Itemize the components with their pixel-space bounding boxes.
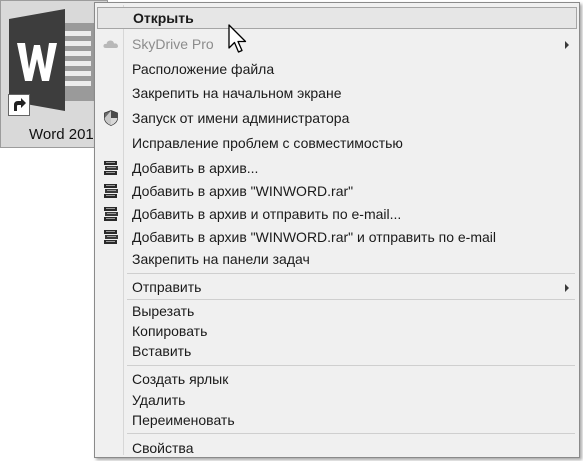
menu-separator — [127, 273, 575, 274]
menu-item-add-to-winword-rar[interactable]: Добавить в архив "WINWORD.rar" — [97, 180, 577, 202]
menu-item-pin-to-start[interactable]: Закрепить на начальном экране — [97, 82, 577, 104]
menu-item-label: Закрепить на начальном экране — [132, 85, 342, 101]
arrow-pointer-icon — [228, 24, 247, 53]
submenu-arrow-icon — [565, 284, 569, 292]
menu-item-cut[interactable]: Вырезать — [97, 300, 577, 322]
menu-item-label: Добавить в архив "WINWORD.rar" и отправи… — [132, 229, 496, 245]
menu-item-label: Переименовать — [132, 412, 235, 428]
menu-item-pin-to-taskbar[interactable]: Закрепить на панели задач — [97, 248, 577, 270]
menu-item-label: Добавить в архив... — [132, 160, 259, 176]
submenu-arrow-icon — [565, 41, 569, 49]
menu-item-label: Вырезать — [132, 303, 195, 319]
menu-item-paste[interactable]: Вставить — [97, 340, 577, 362]
menu-item-file-location[interactable]: Расположение файла — [97, 58, 577, 80]
menu-separator — [127, 365, 575, 366]
menu-item-label: Копировать — [132, 323, 208, 339]
menu-item-create-shortcut[interactable]: Создать ярлык — [97, 368, 577, 390]
uac-shield-icon — [104, 110, 118, 126]
archive-books-icon — [104, 207, 118, 221]
menu-item-label: Создать ярлык — [132, 371, 229, 387]
menu-item-add-to-archive[interactable]: Добавить в архив... — [97, 157, 577, 179]
context-menu: Открыть SkyDrive Pro Расположение файла … — [94, 2, 580, 458]
shortcut-arrow-icon — [8, 94, 30, 116]
menu-item-label: Вставить — [132, 343, 192, 359]
menu-item-label: Открыть — [133, 10, 194, 26]
menu-item-skydrive-pro[interactable]: SkyDrive Pro — [97, 33, 577, 55]
word-shortcut[interactable]: Word 201 — [0, 0, 108, 148]
menu-item-label: Отправить — [132, 279, 202, 295]
menu-item-label: Запуск от имени администратора — [132, 110, 350, 126]
menu-item-rename[interactable]: Переименовать — [97, 409, 577, 431]
menu-item-properties[interactable]: Свойства — [97, 437, 577, 459]
desktop: Word 201 Открыть SkyDrive Pro Расположен… — [0, 0, 583, 461]
menu-item-troubleshoot-compatibility[interactable]: Исправление проблем с совместимостью — [97, 132, 577, 154]
menu-item-label: Добавить в архив и отправить по e-mail..… — [132, 206, 402, 222]
menu-item-label: Расположение файла — [132, 61, 275, 77]
menu-separator — [127, 433, 575, 434]
archive-books-icon — [104, 184, 118, 198]
menu-item-label: Добавить в архив "WINWORD.rar" — [132, 183, 354, 199]
menu-item-delete[interactable]: Удалить — [97, 389, 577, 411]
menu-item-copy[interactable]: Копировать — [97, 320, 577, 342]
cloud-icon — [103, 40, 118, 48]
archive-books-icon — [104, 230, 118, 244]
menu-item-open[interactable]: Открыть — [97, 7, 577, 29]
menu-item-label: Свойства — [132, 440, 194, 456]
archive-books-icon — [104, 161, 118, 175]
menu-item-label: Закрепить на панели задач — [132, 251, 310, 267]
menu-item-run-as-admin[interactable]: Запуск от имени администратора — [97, 107, 577, 129]
menu-item-label: Исправление проблем с совместимостью — [132, 135, 403, 151]
shortcut-label: Word 201 — [29, 126, 94, 143]
menu-item-add-to-archive-and-email[interactable]: Добавить в архив и отправить по e-mail..… — [97, 203, 577, 225]
menu-item-label: Удалить — [132, 392, 186, 408]
menu-item-label: SkyDrive Pro — [132, 36, 214, 52]
menu-item-send-to[interactable]: Отправить — [97, 276, 577, 298]
menu-item-add-to-winword-rar-and-email[interactable]: Добавить в архив "WINWORD.rar" и отправи… — [97, 226, 577, 248]
